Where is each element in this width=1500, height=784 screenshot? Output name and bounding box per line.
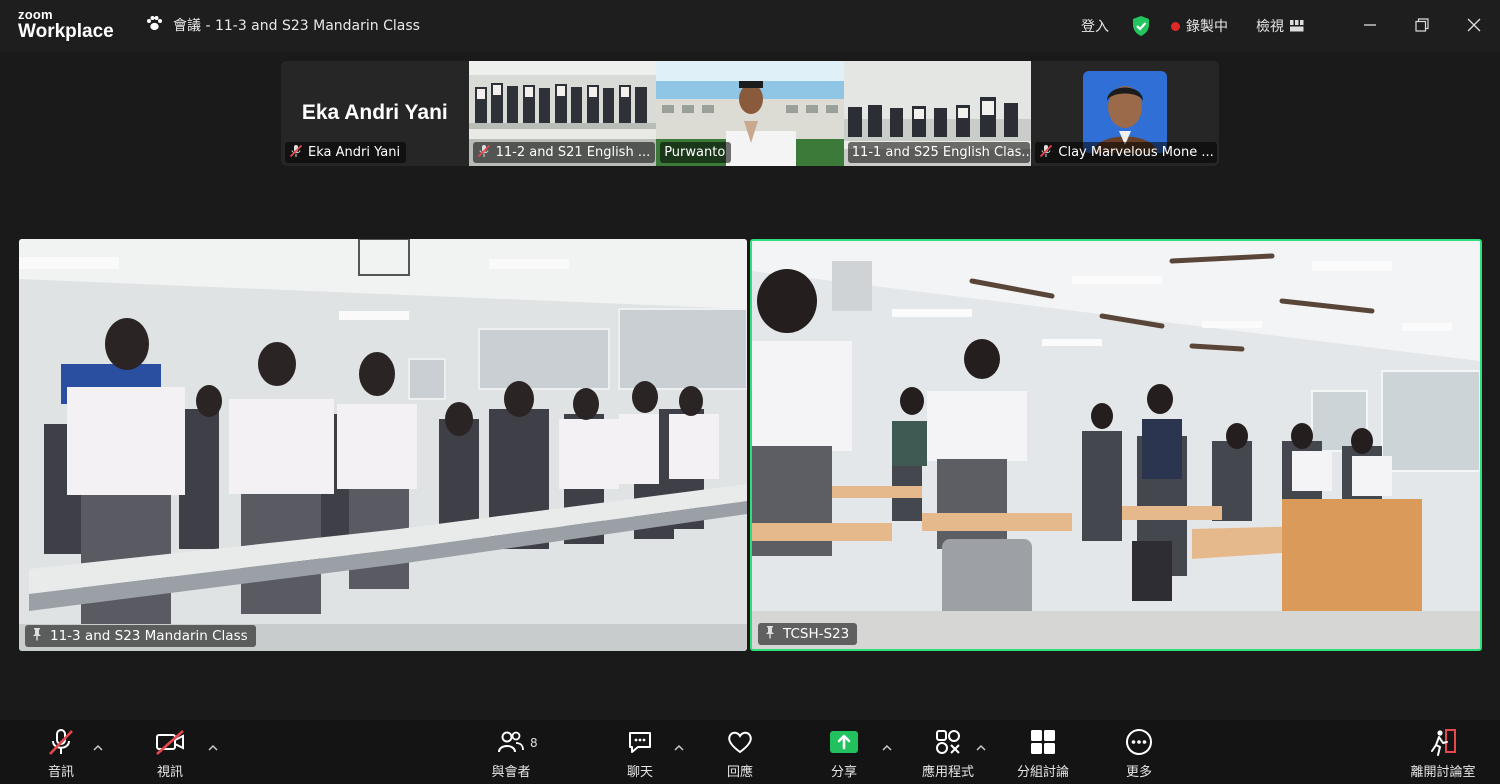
thumbnail-caption: 11-2 and S21 English ...	[472, 142, 655, 163]
react-label: 回應	[726, 765, 753, 780]
zoom-logo: zoom Workplace	[18, 8, 114, 41]
logo-bottom-text: Workplace	[18, 21, 114, 42]
audio-button[interactable]: 音訊	[40, 720, 82, 784]
thumbnail-caption: 11-1 and S25 English Clas...	[847, 142, 1030, 163]
close-icon	[1467, 17, 1481, 36]
chat-label: 聊天	[626, 765, 653, 780]
recording-label: 錄製中	[1186, 19, 1228, 35]
mic-muted-icon	[289, 144, 303, 162]
share-arrow-icon	[829, 725, 859, 759]
thumbnail-tile[interactable]: Clay Marvelous Mone ...	[1031, 61, 1219, 166]
more-icon	[1125, 725, 1153, 759]
thumbnail-name: Purwanto	[664, 145, 726, 160]
thumbnail-name: 11-1 and S25 English Clas...	[851, 145, 1030, 160]
minimize-button[interactable]	[1344, 0, 1396, 52]
thumbnail-name: Eka Andri Yani	[308, 145, 401, 160]
restore-icon	[1415, 17, 1429, 36]
view-button[interactable]: 檢視	[1256, 16, 1304, 36]
leave-icon	[1428, 725, 1458, 759]
breakout-icon	[1029, 725, 1057, 759]
recording-indicator[interactable]: 錄製中	[1171, 16, 1228, 36]
more-label: 更多	[1125, 765, 1152, 780]
breakout-label: 分組討論	[1016, 765, 1069, 780]
shield-check-icon[interactable]	[1131, 15, 1151, 37]
chat-icon	[626, 725, 654, 759]
view-label: 檢視	[1256, 19, 1284, 35]
participants-button[interactable]: 與會者	[488, 720, 534, 784]
thumbnail-tile[interactable]: 11-2 and S21 English ...	[468, 61, 657, 166]
thumbnail-name: 11-2 and S21 English ...	[495, 145, 651, 160]
share-label: 分享	[830, 765, 857, 780]
paw-icon	[145, 14, 163, 36]
thumbnail-caption: Purwanto	[660, 142, 732, 163]
chat-button[interactable]: 聊天	[619, 720, 661, 784]
video-button[interactable]: 視訊	[148, 720, 192, 784]
share-button[interactable]: 分享	[822, 720, 866, 784]
close-button[interactable]	[1448, 0, 1500, 52]
thumbnail-caption: Eka Andri Yani	[285, 142, 407, 163]
meeting-title: 會議 - 11-3 and S23 Mandarin Class	[173, 18, 420, 34]
logo-top-text: zoom	[18, 7, 53, 22]
mic-muted-icon	[477, 144, 491, 162]
mic-muted-icon	[1039, 144, 1053, 162]
mic-muted-icon	[46, 725, 76, 759]
apps-options-caret[interactable]	[976, 738, 986, 751]
video-options-caret[interactable]	[208, 738, 218, 751]
react-button[interactable]: 回應	[718, 720, 762, 784]
thumbnail-tile[interactable]: Purwanto	[656, 61, 844, 166]
thumbnail-name: Clay Marvelous Mone ...	[1058, 145, 1214, 160]
more-button[interactable]: 更多	[1118, 720, 1160, 784]
thumbnail-tile[interactable]: Eka Andri Yani Eka Andri Yani	[281, 61, 469, 166]
classroom-video-left	[19, 239, 747, 651]
title-bar: zoom Workplace 會議 - 11-3 and S23 Mandari…	[0, 0, 1500, 52]
apps-label: 應用程式	[921, 765, 974, 780]
apps-icon	[934, 725, 962, 759]
breakout-rooms-button[interactable]: 分組討論	[1011, 720, 1075, 784]
thumbnail-tile[interactable]: 11-1 and S25 English Clas...	[843, 61, 1032, 166]
pane-name: 11-3 and S23 Mandarin Class	[50, 628, 248, 644]
share-options-caret[interactable]	[882, 738, 892, 751]
pin-icon	[31, 627, 43, 645]
leave-room-button[interactable]: 離開討論室	[1404, 720, 1482, 784]
leave-label: 離開討論室	[1410, 765, 1476, 780]
minimize-icon	[1363, 17, 1377, 36]
apps-button[interactable]: 應用程式	[916, 720, 980, 784]
record-dot-icon	[1171, 21, 1180, 31]
meeting-info[interactable]: 會議 - 11-3 and S23 Mandarin Class	[145, 14, 420, 36]
audio-options-caret[interactable]	[93, 738, 103, 751]
pane-name: TCSH-S23	[783, 626, 850, 642]
audio-label: 音訊	[47, 765, 74, 780]
video-pane-left[interactable]: 11-3 and S23 Mandarin Class	[19, 239, 747, 651]
participants-label: 與會者	[491, 765, 531, 780]
restore-button[interactable]	[1396, 0, 1448, 52]
pane-caption: 11-3 and S23 Mandarin Class	[25, 625, 256, 647]
chat-options-caret[interactable]	[674, 738, 684, 751]
participant-thumbnail-strip: Eka Andri Yani Eka Andri Yani 11-2 and S…	[281, 61, 1219, 166]
pane-caption: TCSH-S23	[758, 623, 858, 645]
sign-in-link[interactable]: 登入	[1081, 16, 1109, 36]
video-label: 視訊	[156, 765, 183, 780]
thumbnail-caption: Clay Marvelous Mone ...	[1035, 142, 1218, 163]
classroom-video-right	[752, 241, 1480, 649]
pin-icon	[764, 625, 776, 643]
grid-view-icon	[1290, 20, 1304, 32]
video-off-icon	[154, 725, 186, 759]
participants-icon	[496, 725, 526, 759]
heart-icon	[725, 725, 755, 759]
thumbnail-big-name: Eka Andri Yani	[301, 101, 448, 124]
meeting-toolbar: 音訊 視訊 與會者 8 聊天 回應 分享 應用程式 分組討論 更多 離開討論室	[0, 720, 1500, 784]
participants-count: 8	[530, 736, 538, 750]
video-pane-active-speaker[interactable]: TCSH-S23	[750, 239, 1482, 651]
